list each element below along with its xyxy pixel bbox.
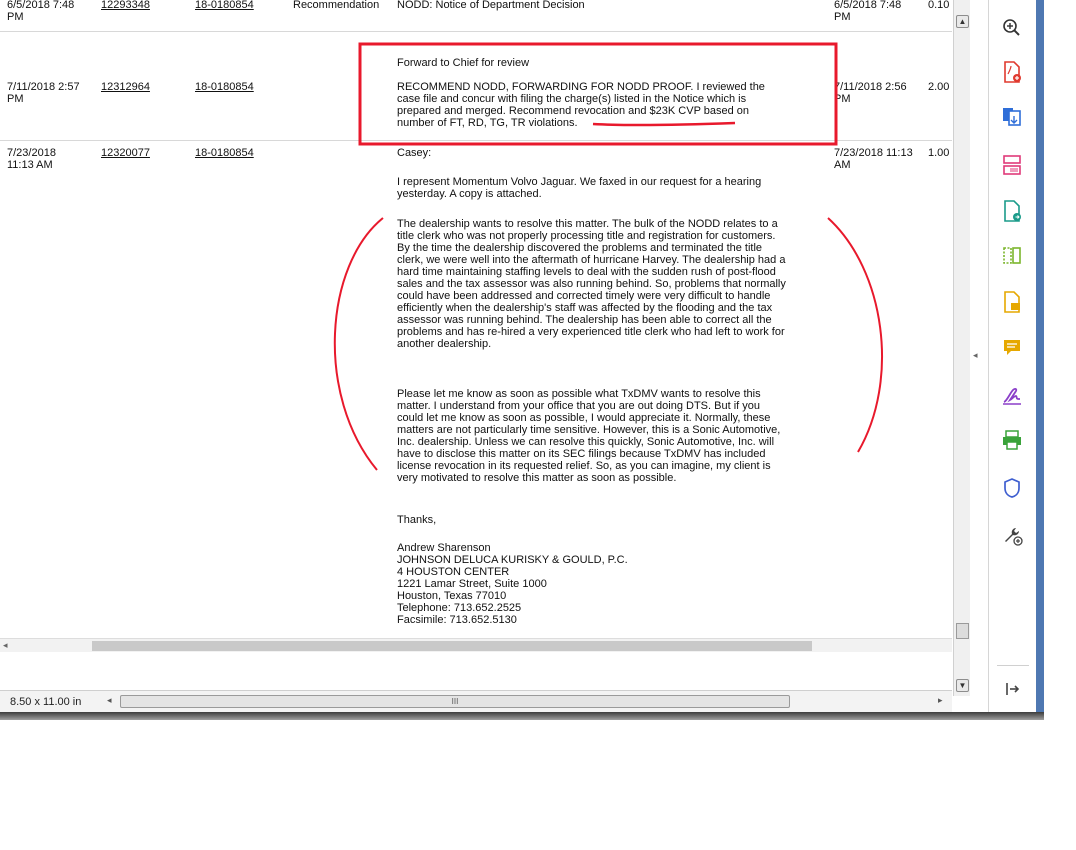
scroll-up-arrow-icon[interactable]: ▲ (956, 15, 969, 28)
horizontal-scrollbar[interactable]: III (120, 695, 950, 708)
protect-icon[interactable] (999, 475, 1025, 501)
document-view[interactable]: 6/5/2018 7:48 PM 12293348 18-0180854 Rec… (0, 0, 952, 652)
more-tools-icon[interactable] (999, 522, 1025, 548)
acrobat-window: 6/5/2018 7:48 PM 12293348 18-0180854 Rec… (0, 0, 1044, 720)
scroll-right-arrow-icon[interactable]: ▸ (938, 695, 943, 706)
right-bracket-mark (827, 217, 883, 453)
create-pdf-icon[interactable] (999, 59, 1025, 85)
window-right-border (1036, 0, 1044, 720)
scroll-left-arrow-icon[interactable]: ◂ (3, 640, 8, 651)
scroll-down-arrow-icon[interactable]: ▼ (956, 679, 969, 692)
annotation-overlay (333, 42, 883, 471)
left-bracket-mark (333, 217, 384, 471)
underline-mark (592, 121, 736, 127)
scroll-left-arrow-icon[interactable]: ◂ (107, 695, 112, 706)
status-bar: 8.50 x 11.00 in ◂ III ▸ (0, 690, 952, 713)
compare-files-icon[interactable] (999, 243, 1025, 269)
tools-pane (988, 0, 1037, 712)
scroll-thumb[interactable]: III (120, 695, 790, 708)
collapse-pane-icon[interactable]: ◂ (973, 350, 978, 361)
edit-pdf-icon[interactable] (999, 198, 1025, 224)
page-horizontal-scrollbar[interactable]: ◂ (0, 638, 952, 652)
scroll-thumb[interactable] (956, 623, 969, 639)
page-size-label: 8.50 x 11.00 in (10, 696, 82, 708)
print-production-icon[interactable] (999, 427, 1025, 453)
vertical-scrollbar[interactable]: ▲ ▼ (953, 0, 970, 696)
organize-pages-icon[interactable] (999, 152, 1025, 178)
sticky-note-icon[interactable] (999, 335, 1025, 361)
expand-panel-icon[interactable] (999, 676, 1025, 702)
highlight-box (358, 42, 838, 146)
fill-sign-icon[interactable] (999, 382, 1025, 408)
comment-icon[interactable] (999, 289, 1025, 315)
tools-divider (997, 665, 1029, 666)
export-pdf-icon[interactable] (999, 104, 1025, 130)
window-bottom-border (0, 712, 1044, 720)
zoom-in-icon[interactable] (999, 15, 1025, 41)
scroll-thumb[interactable] (92, 641, 812, 651)
